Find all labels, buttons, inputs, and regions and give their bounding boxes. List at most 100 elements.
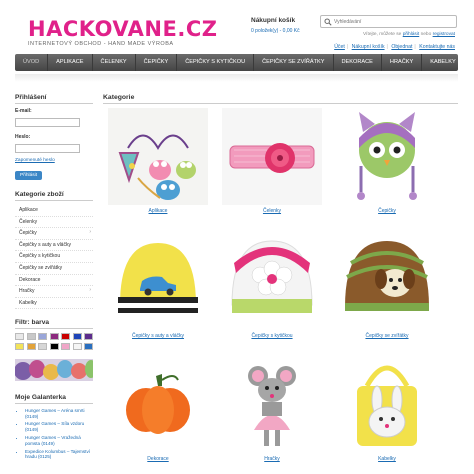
car-hat-image[interactable] [108,233,208,330]
color-swatch[interactable] [72,342,82,350]
color-swatch[interactable] [15,342,24,350]
crochet-appliques-image[interactable] [108,108,208,205]
product-card[interactable]: Čepičky se zvířátky [337,233,437,339]
color-swatch[interactable] [61,333,70,341]
search-icon[interactable] [324,18,332,26]
menu-item-cepicky-s-kytickou[interactable]: ČEPIČKY S KYTIČKOU [177,54,255,71]
main-heading: Kategorie [103,94,458,104]
pink-headband-image[interactable] [222,108,322,205]
login-link[interactable]: přihlásit [403,32,420,37]
dog-hat-image[interactable] [337,233,437,330]
gallery-heading: Moje Galanterka [15,394,93,404]
register-link[interactable]: registrovat [433,32,455,37]
product-card[interactable]: Čepičky s kytičkou [222,233,322,339]
category-item[interactable]: Čepičky se zvířátky [15,263,93,275]
menu-item-aplikace[interactable]: APLIKACE [48,54,93,71]
cart-value[interactable]: 0 položek(y) - 0,00 Kč [251,28,300,34]
color-swatch[interactable] [26,333,36,341]
gallery-item[interactable]: Hunger Games – Vražedná pomsta (0149) [25,435,93,447]
password-label: Heslo: [15,134,31,140]
product-label[interactable]: Dekorace [108,456,208,462]
login-prefix: Vítejte, můžete se [362,32,402,37]
category-item[interactable]: Čelenky [15,217,93,229]
category-label: Čelenky [19,218,38,225]
search-input[interactable] [334,17,452,26]
gallery-item[interactable]: Hunger Games – Síla vzdoru (0149) [25,421,93,433]
menu-item-kabelky[interactable]: KABELKY [422,54,464,71]
menu-item-hracky[interactable]: HRAČKY [382,54,423,71]
login-heading: Přihlášení [15,94,93,104]
product-card[interactable]: Hračky [222,356,322,462]
color-swatch[interactable] [49,333,59,341]
product-label[interactable]: Aplikace [108,208,208,214]
menu-item-cepicky-se-zviratky[interactable]: ČEPIČKY SE ZVÍŘÁTKY [254,54,334,71]
gallery-item[interactable]: Hunger Games – Aréna smrti (0149) [25,408,93,420]
category-label: Čepičky s auty a vláčky [19,241,71,248]
product-card[interactable]: Čelenky [222,108,322,214]
menu-item-cepicky[interactable]: ČEPIČKY [136,54,178,71]
color-swatch[interactable] [61,342,70,350]
gallery-item[interactable]: Expedice Kolumbus – Tajemství hradu (012… [25,449,93,461]
category-item[interactable]: Kabelky [15,298,93,310]
color-filter-heading: Filtr: barva [15,319,93,330]
category-item[interactable]: Aplikace [15,205,93,217]
product-card[interactable]: Čepičky [337,108,437,214]
owl-hat-image[interactable] [337,108,437,205]
main-menu: ÚVOD APLIKACE ČELENKY ČEPIČKY ČEPIČKY S … [15,54,458,71]
product-card[interactable]: Kabelky [337,356,437,462]
category-label: Hračky [19,288,35,295]
category-label: Čepičky s kytičkou [19,253,61,260]
sidebar: Přihlášení E-mail: Heslo: Zapomenuté hes… [14,94,97,462]
category-item[interactable]: Dekorace [15,275,93,287]
category-item[interactable]: Čepičky s auty a vláčky [15,240,93,252]
category-list: Aplikace Čelenky Čepičky › Čepičky s auty… [15,205,93,310]
cart-summary[interactable]: Nákupní košík 0 položek(y) - 0,00 Kč [251,17,300,34]
usernav-checkout[interactable]: Objednat [391,44,412,50]
product-label[interactable]: Čepičky se zvířátky [337,333,437,339]
color-swatch[interactable] [38,342,47,350]
flower-hat-image[interactable] [222,233,322,330]
product-label[interactable]: Čelenky [222,208,322,214]
product-card[interactable]: Aplikace [108,108,208,214]
product-card[interactable]: Čepičky s auty a vláčky [108,233,208,339]
bunny-bag-image[interactable] [337,356,437,453]
product-label[interactable]: Čepičky s auty a vláčky [108,333,208,339]
product-label[interactable]: Hračky [222,456,322,462]
color-swatch[interactable] [72,333,82,341]
color-swatch[interactable] [84,342,93,350]
category-item[interactable]: Hračky › [15,286,93,298]
usernav-contact[interactable]: Kontaktujte nás [419,44,455,50]
menu-item-dekorace[interactable]: DEKORACE [334,54,382,71]
logo-subtitle: INTERNETOVÝ OBCHOD - HAND MADE VÝROBA [28,41,174,47]
color-swatch[interactable] [26,342,36,350]
product-label[interactable]: Kabelky [337,456,437,462]
category-label: Čepičky se zvířátky [19,264,63,271]
color-swatch[interactable] [49,342,59,350]
forgot-password-link[interactable]: Zapomenuté heslo [15,158,93,163]
login-note: Vítejte, můžete se přihlásit nebo regist… [363,32,455,37]
logo-title: HACKOVANE.CZ [28,17,218,41]
email-field[interactable] [15,118,80,127]
usernav-cart[interactable]: Nákupní košík [352,44,385,50]
login-button[interactable]: Přihlásit [15,171,43,180]
color-swatch[interactable] [15,333,24,341]
product-card[interactable]: Dekorace [108,356,208,462]
pumpkin-image[interactable] [108,356,208,453]
category-label: Čepičky [19,230,37,237]
password-field[interactable] [15,144,80,153]
site-logo[interactable]: HACKOVANE.CZ INTERNETOVÝ OBCHOD - HAND M… [28,18,217,47]
menu-item-uvod[interactable]: ÚVOD [15,54,49,71]
category-item[interactable]: Čepičky s kytičkou [15,251,93,263]
chevron-right-icon: › [89,229,91,236]
mouse-toy-image[interactable] [222,356,322,453]
product-label[interactable]: Čepičky s kytičkou [222,333,322,339]
menu-shadow [15,74,458,82]
yarn-banner-image[interactable] [14,358,97,381]
color-swatch[interactable] [38,333,47,341]
search-box[interactable] [320,15,457,28]
category-item[interactable]: Čepičky › [15,228,93,240]
color-swatch[interactable] [84,333,93,341]
usernav-account[interactable]: Účet [334,44,345,50]
product-label[interactable]: Čepičky [337,208,437,214]
menu-item-celenky[interactable]: ČELENKY [93,54,136,71]
